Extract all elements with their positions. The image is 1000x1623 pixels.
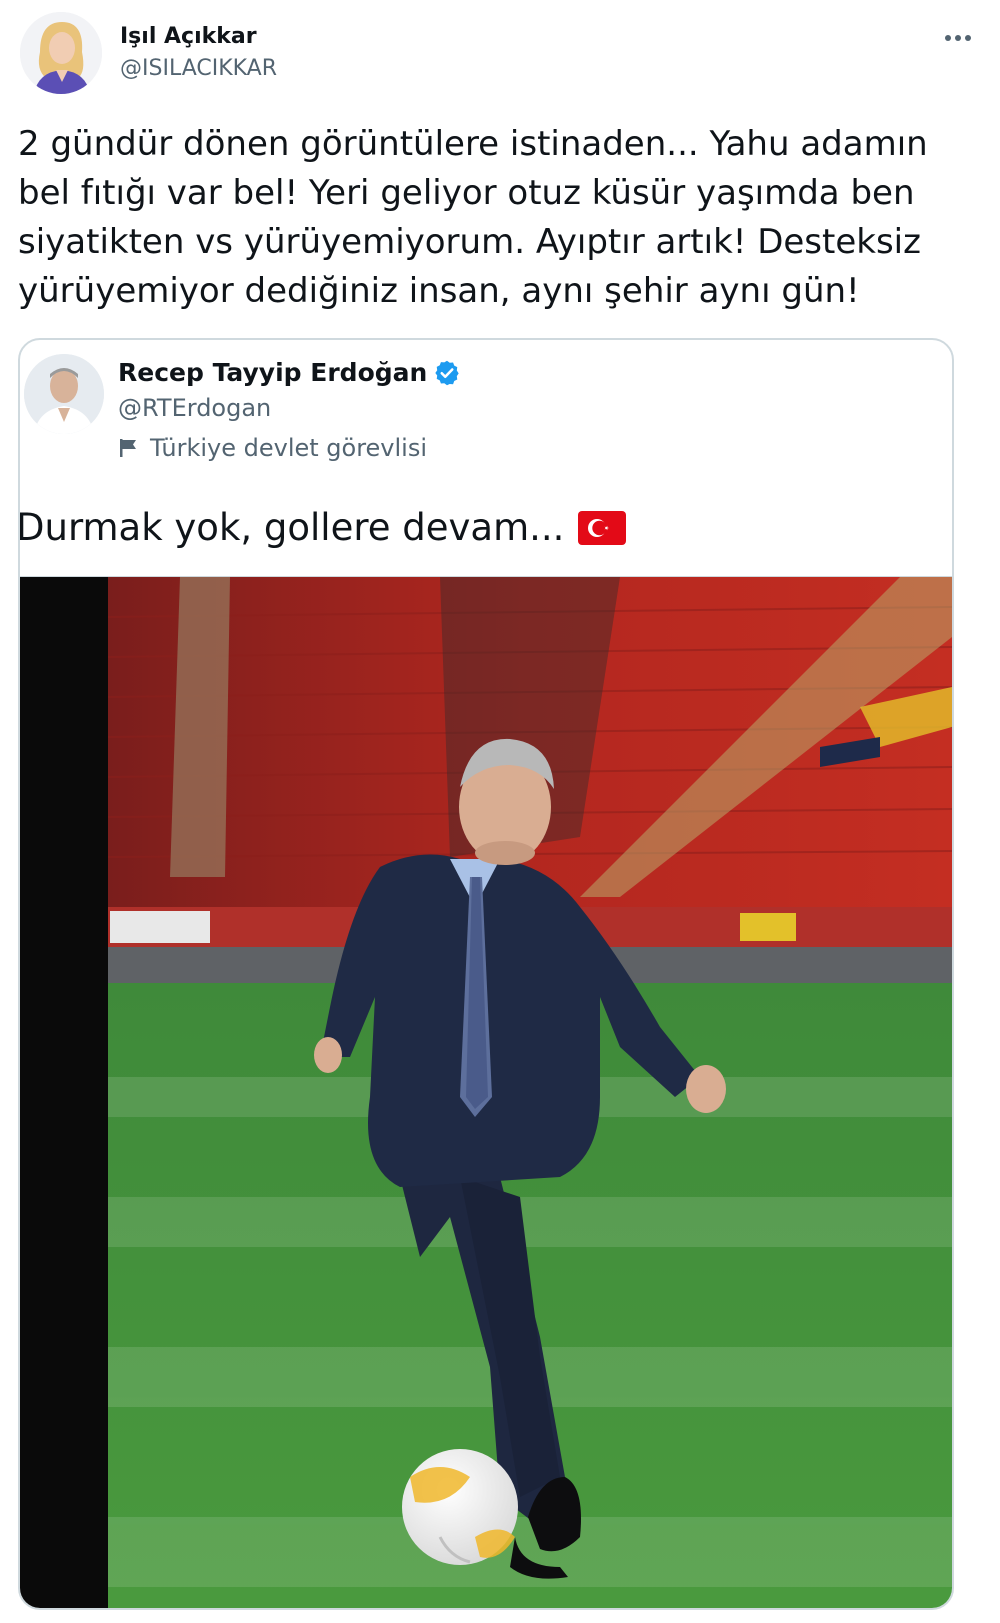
- football-stadium-photo: [20, 577, 952, 1608]
- author-avatar[interactable]: [20, 12, 102, 94]
- quoted-tweet-text: Durmak yok, gollere devam...: [18, 506, 565, 549]
- turkey-flag-icon: [578, 510, 627, 545]
- quoted-tweet-photo[interactable]: [20, 576, 952, 1608]
- quoted-author-name-row: Recep Tayyip Erdoğan: [118, 358, 461, 387]
- quoted-tweet-card[interactable]: Recep Tayyip Erdoğan @RTErdogan Türkiye …: [18, 338, 954, 1610]
- tweet-header: Işıl Açıkkar @ISILACIKKAR: [20, 10, 980, 100]
- author-name[interactable]: Işıl Açıkkar: [120, 24, 257, 49]
- more-horizontal-icon: [945, 35, 971, 41]
- more-options-button[interactable]: [936, 16, 980, 60]
- quoted-author-name[interactable]: Recep Tayyip Erdoğan: [118, 358, 427, 387]
- government-label-text: Türkiye devlet görevlisi: [150, 434, 428, 462]
- quoted-author-avatar[interactable]: [24, 354, 104, 434]
- quoted-author-handle[interactable]: @RTErdogan: [118, 394, 271, 422]
- verified-badge-icon: [435, 360, 459, 385]
- tweet-text: 2 gündür dönen görüntülere istinaden... …: [18, 124, 928, 311]
- quoted-tweet-text-row: Durmak yok, gollere devam...: [18, 506, 627, 549]
- author-handle[interactable]: @ISILACIKKAR: [120, 56, 277, 81]
- government-label: Türkiye devlet görevlisi: [118, 434, 427, 462]
- flag-icon: [120, 439, 136, 457]
